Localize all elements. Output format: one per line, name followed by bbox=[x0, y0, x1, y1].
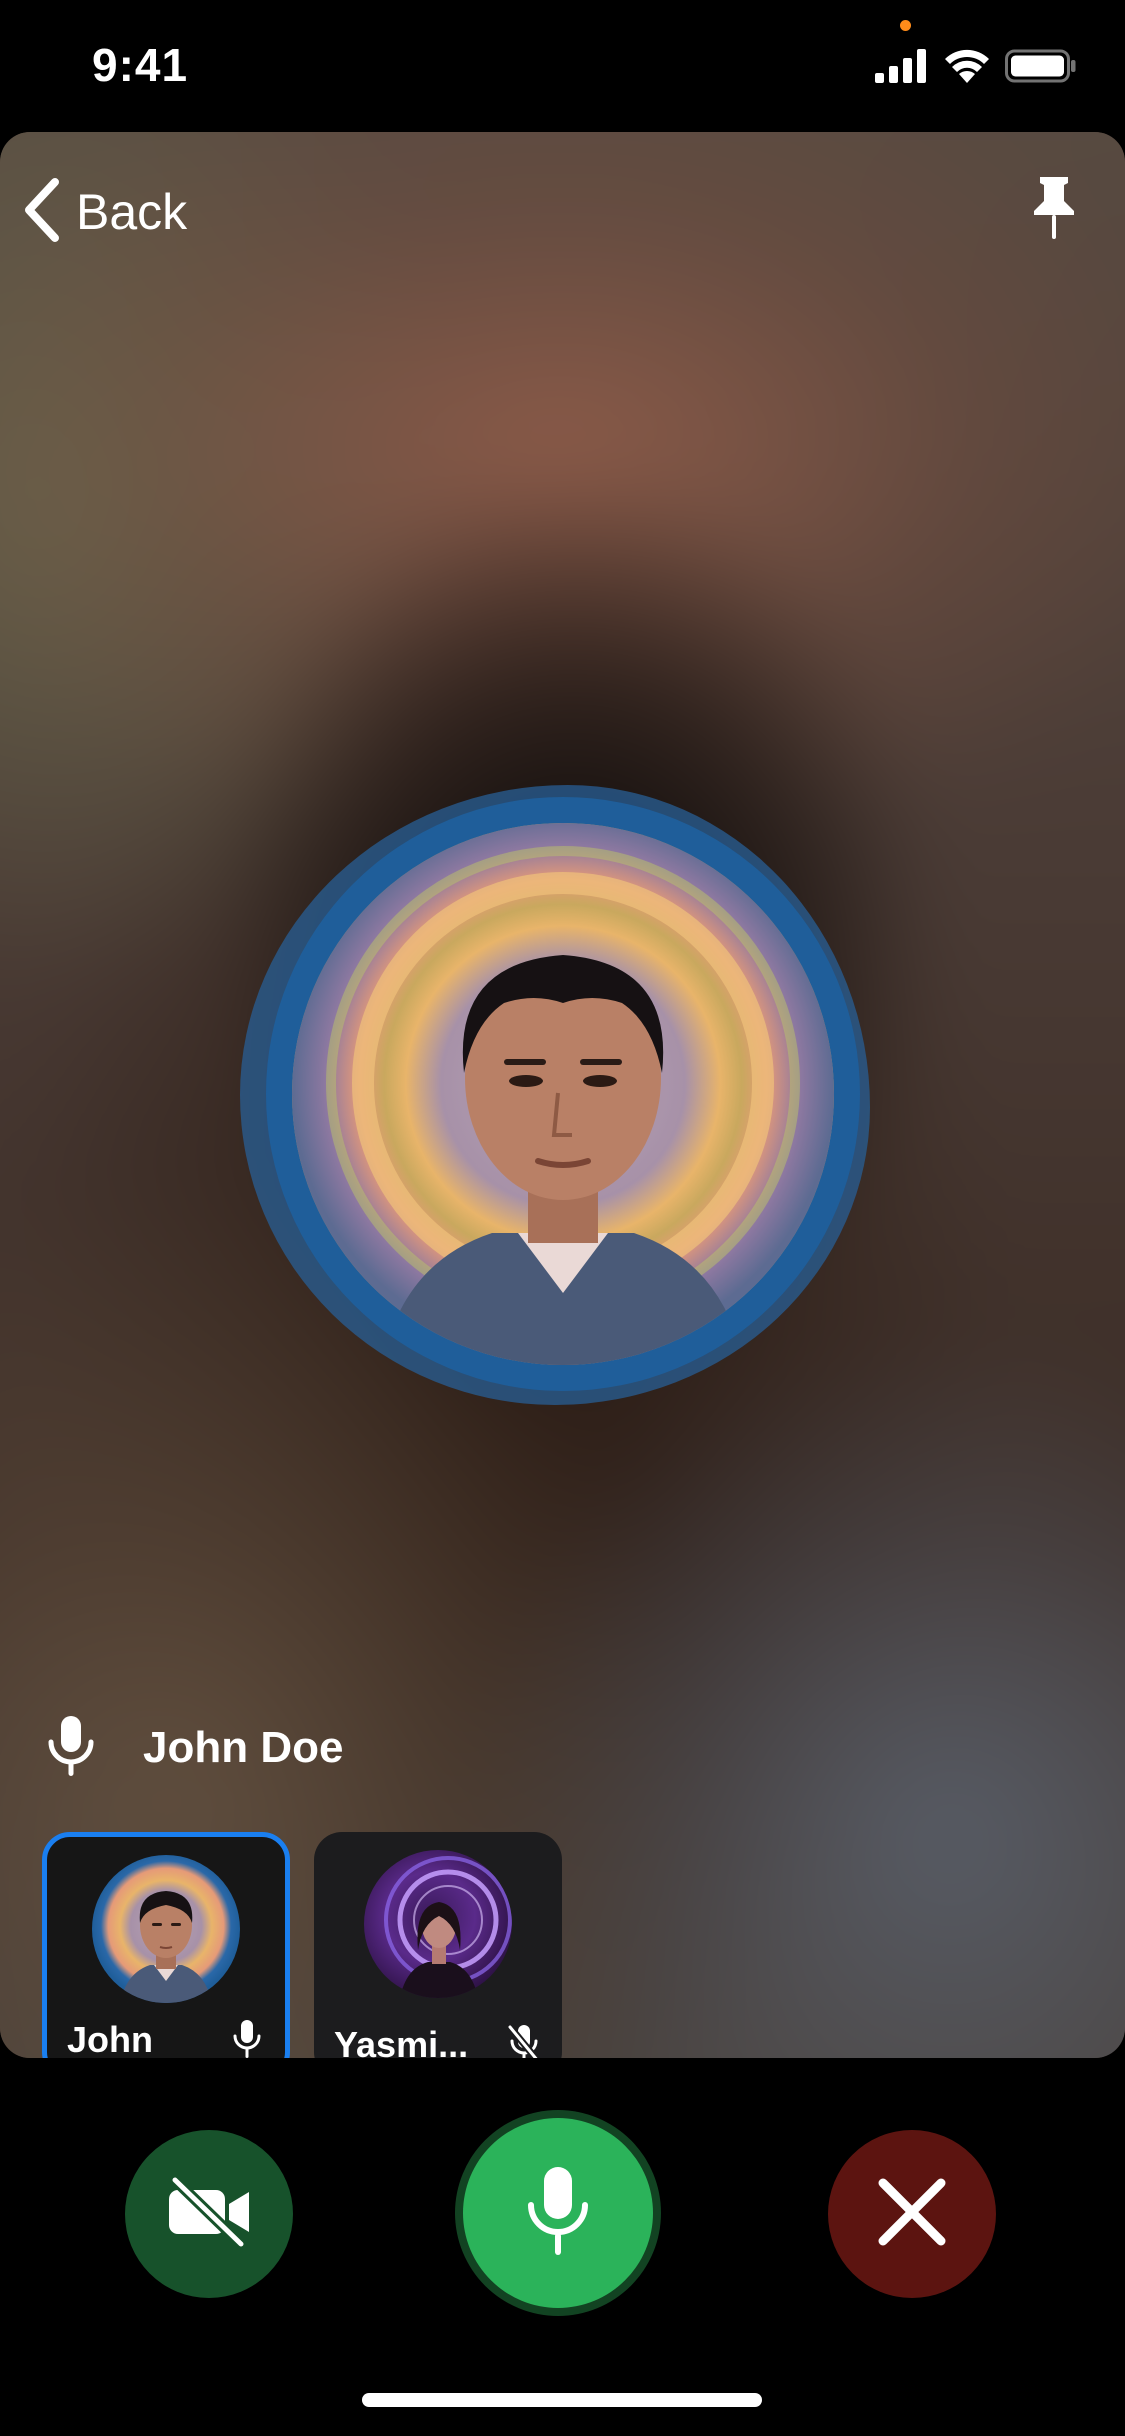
microphone-icon bbox=[45, 1714, 97, 1783]
wifi-icon bbox=[943, 48, 991, 89]
participant-tile-john[interactable]: John bbox=[42, 1832, 290, 2058]
battery-icon bbox=[1005, 48, 1077, 89]
participant-tile-yasmin[interactable]: Yasmi... bbox=[314, 1832, 562, 2058]
call-controls bbox=[0, 2110, 1125, 2320]
status-bar: 9:41 bbox=[0, 0, 1125, 132]
status-icons bbox=[875, 48, 1077, 89]
microphone-icon bbox=[526, 2165, 590, 2262]
toggle-camera-button[interactable] bbox=[125, 2130, 293, 2298]
cellular-signal-icon bbox=[875, 49, 929, 88]
status-time: 9:41 bbox=[92, 39, 189, 91]
home-indicator[interactable] bbox=[362, 2393, 762, 2407]
avatar bbox=[364, 1850, 512, 1998]
end-call-button[interactable] bbox=[828, 2130, 996, 2298]
participant-name: Yasmi... bbox=[334, 2024, 469, 2058]
participant-name: John bbox=[67, 2019, 153, 2058]
avatar-portrait bbox=[292, 823, 834, 1365]
active-speaker-avatar bbox=[240, 777, 880, 1407]
back-button[interactable]: Back bbox=[22, 172, 187, 252]
privacy-indicator-dot bbox=[900, 20, 911, 31]
video-off-icon bbox=[161, 2174, 257, 2253]
pin-icon bbox=[1032, 175, 1076, 246]
speaker-name: John Doe bbox=[143, 1723, 344, 1772]
chevron-left-icon bbox=[22, 177, 62, 247]
active-speaker-label: John Doe bbox=[45, 1712, 343, 1784]
avatar bbox=[92, 1855, 240, 2003]
call-stage: Back John Doe John Yasmi... bbox=[0, 132, 1125, 2058]
close-icon bbox=[877, 2177, 947, 2252]
microphone-muted-icon bbox=[504, 2022, 544, 2058]
microphone-icon bbox=[227, 2017, 267, 2058]
toggle-microphone-button[interactable] bbox=[463, 2118, 653, 2308]
pin-button[interactable] bbox=[1020, 170, 1088, 250]
back-label: Back bbox=[76, 184, 188, 240]
avatar bbox=[292, 823, 834, 1365]
